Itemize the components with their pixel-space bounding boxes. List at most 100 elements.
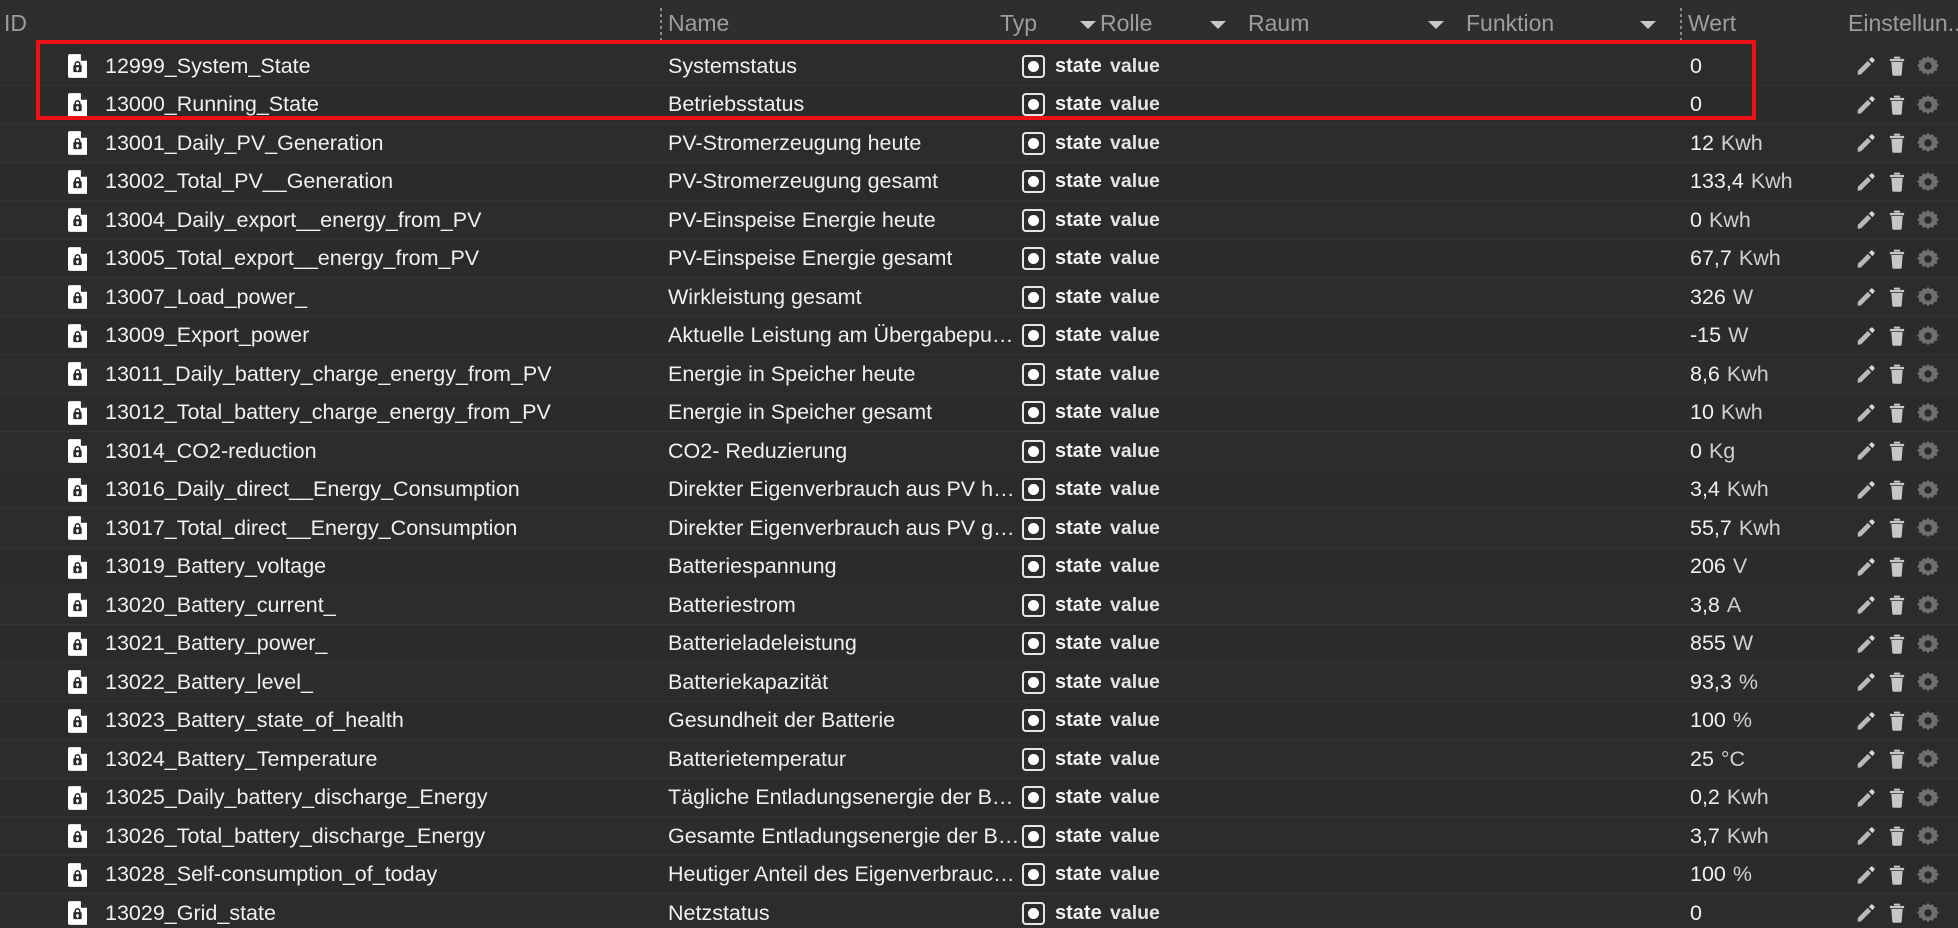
cell-actions[interactable] (1855, 471, 1958, 510)
trash-icon[interactable] (1886, 556, 1908, 578)
cell-raum[interactable] (1258, 625, 1448, 664)
table-row[interactable]: 13014_CO2-reduction CO2- Reduzierung state… (0, 432, 1958, 471)
cell-actions[interactable] (1855, 355, 1958, 394)
cell-name[interactable]: Energie in Speicher gesamt (668, 394, 1028, 433)
cell-wert[interactable]: 133,4 Kwh (1690, 163, 1880, 202)
cell-name[interactable]: PV-Stromerzeugung gesamt (668, 163, 1028, 202)
pencil-icon[interactable] (1855, 748, 1877, 770)
table-row[interactable]: 13004_Daily_export__energy_from_PV PV-Ein… (0, 201, 1958, 240)
cell-rolle[interactable]: value (1110, 86, 1280, 125)
gear-icon[interactable] (1917, 209, 1939, 231)
cell-raum[interactable] (1258, 894, 1448, 928)
table-row[interactable]: 12999_System_State Systemstatus state value… (0, 47, 1958, 86)
cell-id[interactable]: 13004_Daily_export__energy_from_PV (68, 201, 658, 240)
cell-raum[interactable] (1258, 201, 1448, 240)
pencil-icon[interactable] (1855, 286, 1877, 308)
cell-name[interactable]: Direkter Eigenverbrauch aus PV heute (668, 471, 1028, 510)
cell-rolle[interactable]: value (1110, 201, 1280, 240)
gear-icon[interactable] (1917, 594, 1939, 616)
table-row[interactable]: 13028_Self-consumption_of_today Heutiger … (0, 855, 1958, 895)
cell-raum[interactable] (1258, 432, 1448, 471)
cell-raum[interactable] (1258, 124, 1448, 163)
cell-funktion[interactable] (1468, 317, 1668, 356)
cell-raum[interactable] (1258, 663, 1448, 702)
cell-wert[interactable]: 12 Kwh (1690, 124, 1880, 163)
cell-actions[interactable] (1855, 856, 1958, 895)
cell-name[interactable]: Gesundheit der Batterie (668, 702, 1028, 741)
cell-actions[interactable] (1855, 47, 1958, 86)
cell-id[interactable]: 13007_Load_power_ (68, 278, 658, 317)
cell-id[interactable]: 13011_Daily_battery_charge_energy_from_P… (68, 355, 658, 394)
gear-icon[interactable] (1917, 286, 1939, 308)
cell-id[interactable]: 13005_Total_export__energy_from_PV (68, 240, 658, 279)
cell-wert[interactable]: 0 (1690, 47, 1880, 86)
cell-id[interactable]: 13001_Daily_PV_Generation (68, 124, 658, 163)
gear-icon[interactable] (1917, 248, 1939, 270)
cell-name[interactable]: Wirkleistung gesamt (668, 278, 1028, 317)
cell-funktion[interactable] (1468, 471, 1668, 510)
cell-rolle[interactable]: value (1110, 702, 1280, 741)
cell-wert[interactable]: 855 W (1690, 625, 1880, 664)
table-row[interactable]: 13021_Battery_power_ Batterieladeleistung… (0, 624, 1958, 664)
table-row[interactable]: 13005_Total_export__energy_from_PV PV-Ein… (0, 239, 1958, 279)
cell-name[interactable]: PV-Einspeise Energie heute (668, 201, 1028, 240)
cell-raum[interactable] (1258, 548, 1448, 587)
cell-rolle[interactable]: value (1110, 548, 1280, 587)
cell-wert[interactable]: 93,3% (1690, 663, 1880, 702)
gear-icon[interactable] (1917, 902, 1939, 924)
cell-raum[interactable] (1258, 817, 1448, 856)
cell-name[interactable]: Batterietemperatur (668, 740, 1028, 779)
trash-icon[interactable] (1886, 132, 1908, 154)
table-row[interactable]: 13029_Grid_state Netzstatus state value 0 (0, 894, 1958, 928)
cell-actions[interactable] (1855, 317, 1958, 356)
cell-wert[interactable]: 100% (1690, 856, 1880, 895)
cell-wert[interactable]: 0 Kg (1690, 432, 1880, 471)
gear-icon[interactable] (1917, 94, 1939, 116)
cell-rolle[interactable]: value (1110, 894, 1280, 928)
cell-id[interactable]: 13022_Battery_level_ (68, 663, 658, 702)
cell-wert[interactable]: 10 Kwh (1690, 394, 1880, 433)
cell-actions[interactable] (1855, 702, 1958, 741)
column-header-einstellungen[interactable]: Einstellun... (1848, 0, 1958, 47)
cell-actions[interactable] (1855, 548, 1958, 587)
cell-name[interactable]: Gesamte Entladungsenergie der Batterie (668, 817, 1028, 856)
cell-actions[interactable] (1855, 586, 1958, 625)
cell-raum[interactable] (1258, 586, 1448, 625)
cell-name[interactable]: Tägliche Entladungsenergie der Batterie (668, 779, 1028, 818)
trash-icon[interactable] (1886, 55, 1908, 77)
table-row[interactable]: 13009_Export_power Aktuelle Leistung am Ü… (0, 316, 1958, 356)
cell-actions[interactable] (1855, 663, 1958, 702)
cell-actions[interactable] (1855, 894, 1958, 928)
cell-id[interactable]: 13012_Total_battery_charge_energy_from_P… (68, 394, 658, 433)
cell-name[interactable]: PV-Einspeise Energie gesamt (668, 240, 1028, 279)
cell-actions[interactable] (1855, 817, 1958, 856)
cell-rolle[interactable]: value (1110, 394, 1280, 433)
table-row[interactable]: 13007_Load_power_ Wirkleistung gesamt stat… (0, 278, 1958, 317)
cell-wert[interactable]: 0 Kwh (1690, 201, 1880, 240)
cell-funktion[interactable] (1468, 86, 1668, 125)
table-row[interactable]: 13022_Battery_level_ Batteriekapazität sta… (0, 663, 1958, 702)
trash-icon[interactable] (1886, 440, 1908, 462)
cell-raum[interactable] (1258, 702, 1448, 741)
trash-icon[interactable] (1886, 633, 1908, 655)
gear-icon[interactable] (1917, 132, 1939, 154)
trash-icon[interactable] (1886, 825, 1908, 847)
cell-id[interactable]: 13019_Battery_voltage (68, 548, 658, 587)
cell-raum[interactable] (1258, 355, 1448, 394)
cell-name[interactable]: Netzstatus (668, 894, 1028, 928)
cell-id[interactable]: 13017_Total_direct__Energy_Consumption (68, 509, 658, 548)
trash-icon[interactable] (1886, 325, 1908, 347)
cell-funktion[interactable] (1468, 124, 1668, 163)
cell-rolle[interactable]: value (1110, 817, 1280, 856)
cell-funktion[interactable] (1468, 586, 1668, 625)
cell-wert[interactable]: -15 W (1690, 317, 1880, 356)
cell-id[interactable]: 13025_Daily_battery_discharge_Energy (68, 779, 658, 818)
cell-name[interactable]: Direkter Eigenverbrauch aus PV gesamt (668, 509, 1028, 548)
gear-icon[interactable] (1917, 710, 1939, 732)
cell-wert[interactable]: 0,2 Kwh (1690, 779, 1880, 818)
trash-icon[interactable] (1886, 286, 1908, 308)
gear-icon[interactable] (1917, 440, 1939, 462)
cell-actions[interactable] (1855, 509, 1958, 548)
cell-name[interactable]: PV-Stromerzeugung heute (668, 124, 1028, 163)
gear-icon[interactable] (1917, 556, 1939, 578)
